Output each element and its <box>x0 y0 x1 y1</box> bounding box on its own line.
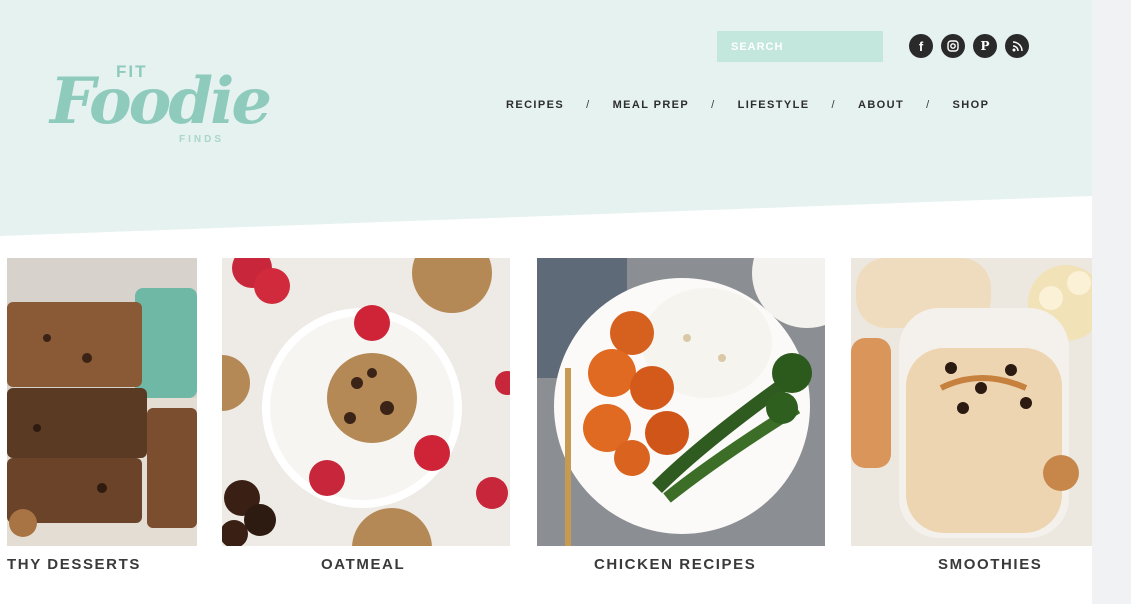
nav-item-meal-prep[interactable]: MEAL PREP <box>613 99 690 111</box>
category-tile-oatmeal[interactable] <box>222 258 510 546</box>
nav-item-about[interactable]: ABOUT <box>858 99 904 111</box>
rss-glyph <box>1012 40 1023 51</box>
nav-separator: / <box>926 99 931 111</box>
category-label-oatmeal[interactable]: OATMEAL <box>321 556 405 573</box>
nav-separator: / <box>711 99 716 111</box>
nav-item-recipes[interactable]: RECIPES <box>506 99 564 111</box>
oatmeal-image <box>222 258 510 546</box>
nav-separator: / <box>831 99 836 111</box>
chicken-image <box>537 258 825 546</box>
instagram-icon[interactable] <box>941 34 965 58</box>
pinterest-icon[interactable]: P <box>973 34 997 58</box>
category-label-desserts[interactable]: THY DESSERTS <box>7 556 141 573</box>
desserts-image <box>7 258 197 546</box>
nav-item-shop[interactable]: SHOP <box>953 99 990 111</box>
site-logo[interactable]: FIT Foodie FINDS <box>50 52 272 152</box>
rss-icon[interactable] <box>1005 34 1029 58</box>
pinterest-glyph: P <box>980 39 990 53</box>
search-input[interactable] <box>717 31 883 62</box>
instagram-glyph <box>947 40 959 52</box>
category-tile-chicken[interactable] <box>537 258 825 546</box>
category-tile-desserts[interactable] <box>7 258 197 546</box>
nav-item-lifestyle[interactable]: LIFESTYLE <box>738 99 810 111</box>
category-tile-smoothies[interactable] <box>851 258 1092 546</box>
category-label-chicken[interactable]: CHICKEN RECIPES <box>594 556 756 573</box>
logo-foodie-text: Foodie <box>50 64 272 139</box>
main-nav: RECIPES / MEAL PREP / LIFESTYLE / ABOUT … <box>506 99 989 111</box>
category-label-smoothies[interactable]: SMOOTHIES <box>938 556 1042 573</box>
logo-finds-text: FINDS <box>179 134 224 145</box>
social-links: f P <box>909 34 1029 58</box>
page-gutter <box>1092 0 1131 604</box>
nav-separator: / <box>586 99 591 111</box>
smoothies-image <box>851 258 1092 546</box>
facebook-icon[interactable]: f <box>909 34 933 58</box>
facebook-glyph: f <box>918 38 924 54</box>
